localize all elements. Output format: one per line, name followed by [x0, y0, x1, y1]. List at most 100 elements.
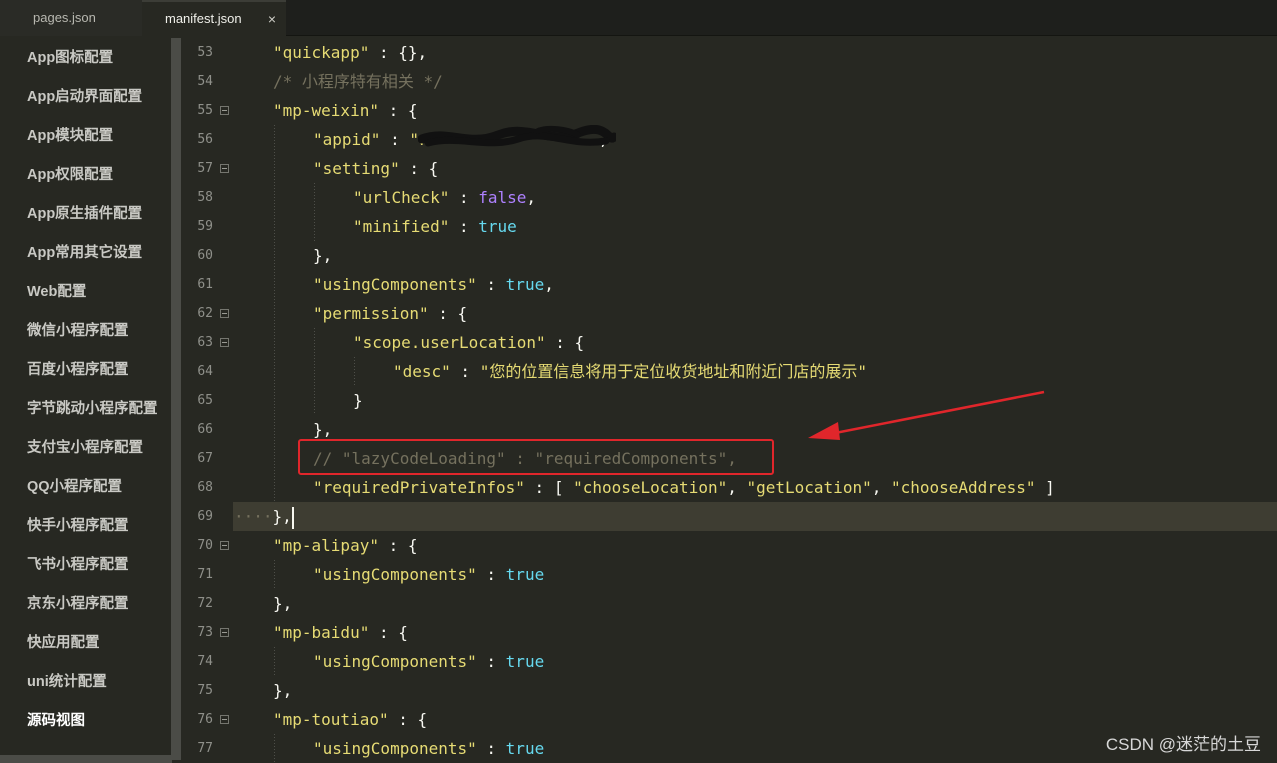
fold-toggle-icon[interactable] [220, 628, 229, 637]
tab-manifest-json[interactable]: manifest.json × [142, 0, 286, 36]
line-number: 56 [197, 132, 213, 147]
fold-toggle-icon[interactable] [220, 715, 229, 724]
code-line: "quickapp" : {}, [273, 38, 427, 67]
json-key: "usingComponents" [313, 652, 477, 671]
sidebar-item-baidu[interactable]: 百度小程序配置 [27, 358, 129, 382]
fold-toggle-icon[interactable] [220, 338, 229, 347]
line-number: 67 [197, 451, 213, 466]
sidebar-item-weixin[interactable]: 微信小程序配置 [27, 319, 129, 343]
code-line: "setting" : { [313, 154, 438, 183]
redaction-scribble [418, 125, 616, 147]
annotation-arrow-icon [808, 390, 1045, 440]
json-key: "requiredPrivateInfos" [313, 478, 525, 497]
sidebar-item-bytedance[interactable]: 字节跳动小程序配置 [27, 397, 158, 421]
code-line: "mp-weixin" : { [273, 96, 418, 125]
sidebar-item-alipay[interactable]: 支付宝小程序配置 [27, 436, 143, 460]
line-number: 69 [197, 509, 213, 524]
punctuation: : [476, 652, 506, 671]
whitespace-dots: ···· [234, 507, 273, 526]
punctuation: : [449, 188, 479, 207]
json-key: "mp-toutiao" [273, 710, 389, 729]
line-number: 70 [197, 538, 213, 553]
watermark: CSDN @迷茫的土豆 [1105, 735, 1261, 754]
code-line: "usingComponents" : true [313, 734, 544, 763]
code-line: "usingComponents" : true [313, 647, 544, 676]
sidebar-item-uni-stat[interactable]: uni统计配置 [27, 670, 107, 694]
sidebar-item-feishu[interactable]: 飞书小程序配置 [27, 553, 129, 577]
code-line: "requiredPrivateInfos" : [ "chooseLocati… [313, 473, 1055, 502]
json-key: "permission" [313, 304, 429, 323]
line-number: 68 [197, 480, 213, 495]
json-key: "quickapp" [273, 43, 370, 62]
sidebar-item-source-view[interactable]: 源码视图 [27, 709, 85, 733]
code-line: "usingComponents" : true, [313, 270, 554, 299]
json-boolean: true [505, 652, 545, 671]
sidebar-item-app-icon[interactable]: App图标配置 [27, 46, 113, 70]
json-key: "minified" [353, 217, 450, 236]
code-line: "mp-toutiao" : { [273, 705, 427, 734]
sidebar-item-app-permissions[interactable]: App权限配置 [27, 163, 113, 187]
punctuation: : { [378, 536, 418, 555]
fold-toggle-icon[interactable] [220, 164, 229, 173]
json-key: "usingComponents" [313, 275, 477, 294]
code-line: /* 小程序特有相关 */ [273, 67, 443, 96]
json-key: "appid" [313, 130, 381, 149]
sidebar-item-app-splash[interactable]: App启动界面配置 [27, 85, 142, 109]
sidebar-item-jd[interactable]: 京东小程序配置 [27, 592, 129, 616]
code-line: }, [313, 241, 332, 270]
json-boolean: true [505, 739, 545, 758]
sidebar-item-app-modules[interactable]: App模块配置 [27, 124, 113, 148]
sidebar-item-kuaishou[interactable]: 快手小程序配置 [27, 514, 129, 538]
punctuation: : { [378, 101, 418, 120]
line-number: 74 [197, 654, 213, 669]
punctuation: } [353, 391, 363, 410]
fold-toggle-icon[interactable] [220, 541, 229, 550]
punctuation: }, [272, 507, 292, 526]
tab-label: pages.json [33, 10, 96, 25]
punctuation: : {}, [369, 43, 428, 62]
punctuation: : [ [524, 478, 574, 497]
tab-label: manifest.json [165, 11, 242, 26]
sidebar-scrollbar[interactable] [171, 38, 181, 760]
code-line: "urlCheck" : false, [353, 183, 536, 212]
json-key: "desc" [393, 362, 451, 381]
tab-pages-json[interactable]: pages.json [0, 0, 142, 36]
close-icon[interactable]: × [268, 2, 276, 36]
code-line: } [353, 386, 363, 415]
sidebar-item-app-other[interactable]: App常用其它设置 [27, 241, 142, 265]
code-line: "usingComponents" : true [313, 560, 544, 589]
sidebar-item-web[interactable]: Web配置 [27, 280, 86, 304]
json-boolean: true [505, 275, 545, 294]
line-number: 77 [197, 741, 213, 756]
code-line: "minified" : true [353, 212, 517, 241]
json-key: "mp-alipay" [273, 536, 379, 555]
punctuation: : [476, 275, 506, 294]
code-line: }, [273, 676, 292, 705]
text-caret [291, 506, 294, 529]
punctuation: }, [273, 594, 293, 613]
sidebar-item-qq[interactable]: QQ小程序配置 [27, 475, 122, 499]
json-boolean: true [505, 565, 545, 584]
line-number: 76 [197, 712, 213, 727]
code-line: "scope.userLocation" : { [353, 328, 584, 357]
json-value: "getLocation" [746, 478, 872, 497]
fold-toggle-icon[interactable] [220, 106, 229, 115]
sidebar-item-quickapp[interactable]: 快应用配置 [27, 631, 100, 655]
json-boolean: true [478, 217, 517, 236]
json-value: "chooseAddress" [890, 478, 1036, 497]
line-number: 73 [197, 625, 213, 640]
line-number: 53 [197, 45, 213, 60]
line-number: 65 [197, 393, 213, 408]
sidebar-item-app-native-plugins[interactable]: App原生插件配置 [27, 202, 142, 226]
line-number: 63 [197, 335, 213, 350]
line-number: 61 [197, 277, 213, 292]
line-number: 62 [197, 306, 213, 321]
code-line: "mp-baidu" : { [273, 618, 408, 647]
json-key: "scope.userLocation" [353, 333, 546, 352]
fold-toggle-icon[interactable] [220, 309, 229, 318]
punctuation: , [871, 478, 891, 497]
sidebar-horizontal-scrollbar[interactable] [0, 755, 172, 763]
punctuation: , [526, 188, 537, 207]
line-number: 64 [197, 364, 213, 379]
code-line: "desc" : "您的位置信息将用于定位收货地址和附近门店的展示" [393, 357, 867, 386]
